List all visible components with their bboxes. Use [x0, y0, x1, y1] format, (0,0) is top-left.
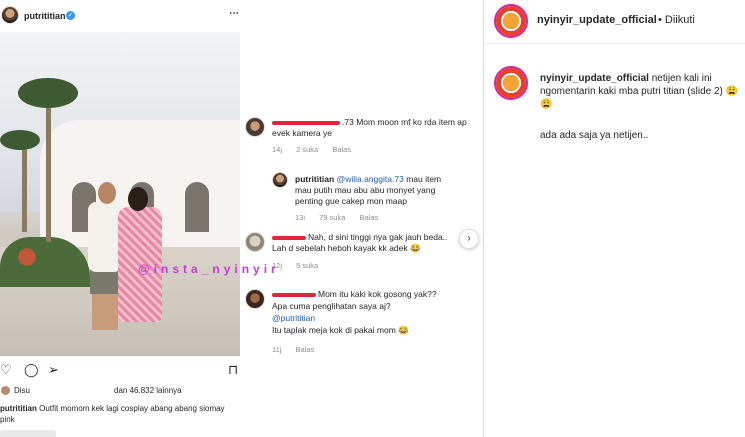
comment-text: putrititian @wilia.anggita.73 mau item [295, 174, 441, 185]
caption-username[interactable]: putrititian [0, 404, 37, 413]
comment-text-line: Mom itu kaki kok gosong yak?? [318, 289, 437, 299]
photo-palm-trunk [46, 102, 51, 242]
post-header: putrititian ✓ ⋯ [0, 4, 240, 30]
post-avatar[interactable] [1, 6, 19, 24]
comment-text-line: penting gue cakep mon maap [295, 196, 407, 206]
comment-meta: 14j 2 suka Balas [272, 144, 363, 155]
comment-likes[interactable]: 5 suka [296, 261, 318, 270]
photo-palm-trunk [22, 142, 27, 232]
comment-text: .73 Mom moon mf ko rda item ap [272, 117, 467, 128]
comment-avatar[interactable] [245, 289, 265, 309]
comment-text-line: Lah d sebelah heboh kayak kk adek 😂 [272, 243, 421, 253]
share-icon[interactable]: ➢ [48, 362, 59, 378]
comment-likes[interactable]: 79 suka [319, 213, 345, 222]
photo-person-shirt [88, 202, 122, 272]
post-actions: ♡ ◯ ➢ ⊓ [0, 362, 240, 380]
comment-text-line: Mom moon mf ko rda item ap [356, 117, 467, 127]
reply-avatar[interactable] [272, 172, 288, 188]
comment-text-line: mau putih mau abu abu monyet yang [295, 185, 436, 195]
photo-person-head [98, 182, 116, 204]
redacted-username [272, 120, 340, 125]
panel-caption-username[interactable]: nyinyir_update_official [540, 73, 649, 84]
panel-avatar[interactable] [496, 6, 526, 36]
likes-avatar [1, 386, 10, 395]
post-side-panel [483, 0, 745, 437]
comment-time: 11j [272, 345, 282, 354]
reply-button[interactable]: Balas [359, 213, 378, 222]
photo-palm-leaves [0, 130, 40, 150]
comment-meta: 13i 79 suka Balas [295, 212, 390, 223]
reply-mention[interactable]: @wilia.anggita.73 [337, 174, 404, 184]
follow-status[interactable]: • Diikuti [658, 14, 695, 26]
comment-text: Mom itu kaki kok gosong yak?? [272, 289, 437, 300]
likes-count[interactable]: dan 46.832 lainnya [114, 386, 182, 395]
comment-time: 13i [295, 213, 306, 222]
comment-text-line: Nah, d sini tinggi nya gak jauh beda.. [308, 232, 448, 242]
comment-text: Nah, d sini tinggi nya gak jauh beda.. [272, 232, 447, 243]
comment-meta: 11j Balas [272, 344, 326, 355]
comment-meta: 12j 5 suka [272, 260, 330, 271]
liked-by-name[interactable]: Disu [14, 386, 30, 395]
panel-caption-text-2: ada ada saja ya netijen.. [540, 130, 649, 141]
panel-username[interactable]: nyinyir_update_official [537, 14, 657, 26]
post-footer-bar [0, 430, 56, 437]
comment-time: 14j [272, 145, 283, 154]
caption-avatar[interactable] [496, 68, 526, 98]
comment-text-line: mau item [406, 174, 442, 184]
comment-icon[interactable]: ◯ [24, 362, 39, 378]
post-photo [0, 32, 240, 356]
reply-username[interactable]: putrititian [295, 174, 334, 184]
comment-likes[interactable]: 2 suka [296, 145, 318, 154]
post-caption: putrititian Outfit momom kek lagi cospla… [0, 403, 235, 425]
bookmark-icon[interactable]: ⊓ [228, 362, 238, 378]
post-username[interactable]: putrititian [24, 11, 66, 21]
photo-person-head [128, 187, 148, 211]
watermark: @insta_nyinyir [138, 262, 280, 276]
likes-row: Disu dan 46.832 lainnya [0, 385, 240, 397]
photo-palm-leaves [18, 78, 78, 108]
more-options-icon[interactable]: ⋯ [229, 8, 239, 19]
more-replies-icon[interactable]: › [459, 229, 479, 249]
photo-arch [185, 182, 209, 232]
comment-mention[interactable]: @putrititian [272, 313, 315, 324]
redacted-username [272, 235, 306, 240]
comment-username-suffix[interactable]: .73 [342, 117, 354, 127]
comment-text-line: Apa cuma penglihatan saya aj? [272, 301, 391, 311]
comment-avatar[interactable] [245, 117, 265, 137]
panel-caption: nyinyir_update_official netijen kali ini… [540, 72, 740, 111]
embedded-post: putrititian ✓ ⋯ ♡ ◯ ➢ ⊓ Disu dan 46.832 … [0, 0, 240, 437]
redacted-username [272, 292, 316, 297]
heart-icon[interactable]: ♡ [0, 362, 12, 378]
reply-button[interactable]: Balas [332, 145, 351, 154]
reply-button[interactable]: Balas [296, 345, 315, 354]
verified-icon: ✓ [66, 11, 75, 20]
comment-avatar[interactable] [245, 232, 265, 252]
comment-text-line: evek kamera ye [272, 128, 332, 138]
comment-text-line: Itu taplak meja kok di pakai mom 😂 [272, 325, 409, 335]
